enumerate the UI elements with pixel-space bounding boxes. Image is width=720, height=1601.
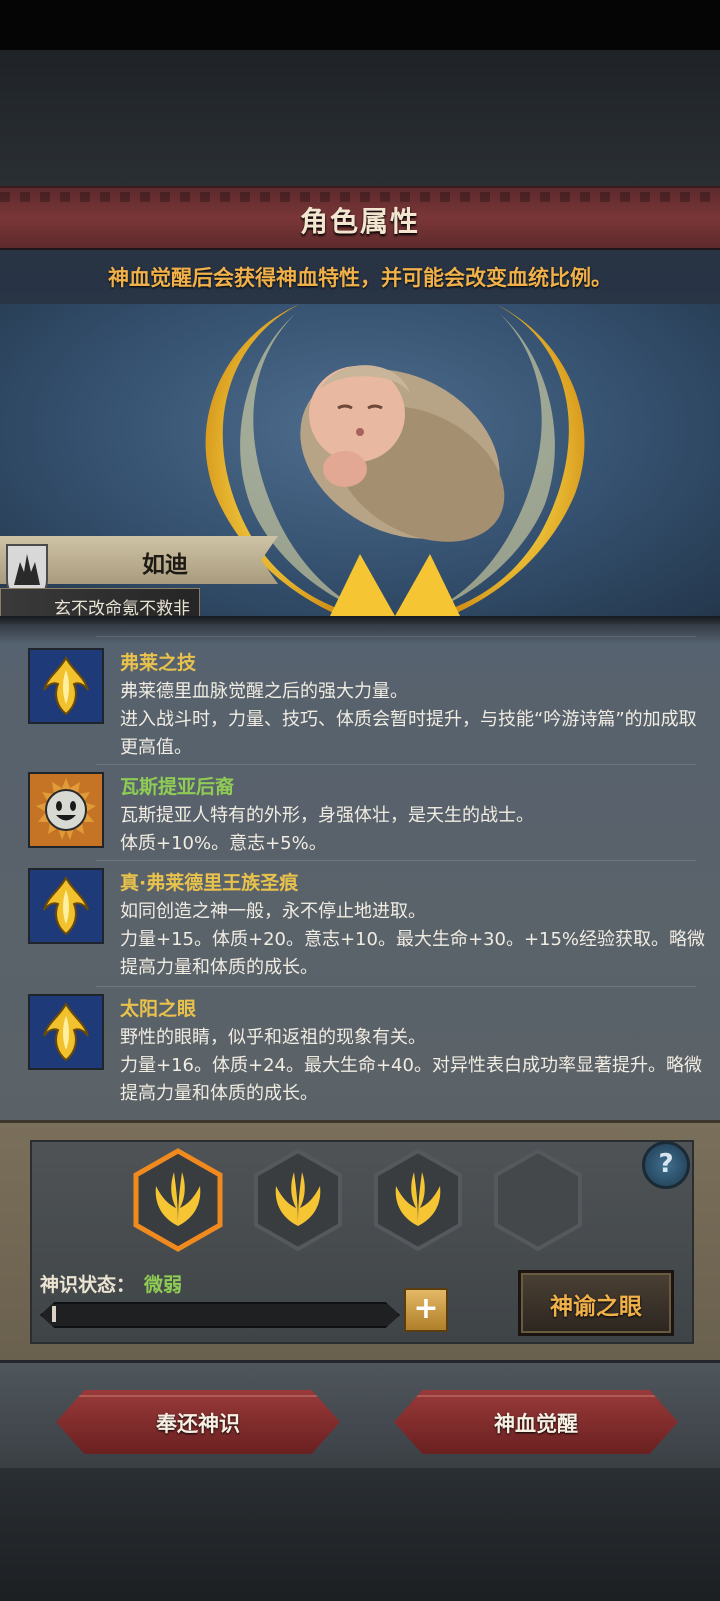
help-button[interactable]: ? [642, 1141, 690, 1189]
character-name: 如迪 [142, 552, 188, 578]
blood-awaken-label: 神血觉醒 [494, 1412, 578, 1436]
divider [0, 616, 720, 624]
divine-sense-progress-track [40, 1302, 400, 1328]
return-divine-sense-button[interactable]: 奉还神识 [56, 1390, 340, 1454]
trait-name: 太阳之眼 [120, 998, 197, 1020]
trait-name: 真·弗莱德里王族圣痕 [120, 872, 299, 894]
slot-2[interactable] [252, 1148, 344, 1252]
divine-sense-label: 神识状态： [40, 1274, 136, 1296]
row-separator [96, 764, 696, 765]
trait-list[interactable]: 弗莱之技 弗莱德里血脉觉醒之后的强大力量。 进入战斗时，力量、技巧、体质会暂时提… [0, 624, 720, 1120]
trait-description: 瓦斯提亚人特有的外形，身强体壮，是天生的战士。 体质+10%。意志+5%。 [120, 805, 534, 854]
page-title: 角色属性 [299, 205, 420, 238]
divine-sense-value: 微弱 [144, 1274, 183, 1296]
return-divine-sense-label: 奉还神识 [156, 1412, 240, 1436]
notice-bar: 神血觉醒后会获得神血特性，并可能会改变血统比例。 [0, 248, 720, 304]
add-divine-sense-button[interactable]: + [404, 1288, 448, 1332]
trait-name: 瓦斯提亚后裔 [120, 776, 235, 798]
golden-crest-icon [28, 868, 104, 944]
smiling-face-icon [28, 772, 104, 848]
dimmed-backdrop-bottom [0, 1468, 720, 1601]
divine-sense-progress-fill [52, 1306, 56, 1322]
status-bar [0, 0, 720, 50]
golden-crest-icon [28, 994, 104, 1070]
slot-3[interactable] [372, 1148, 464, 1252]
trait-name: 弗莱之技 [120, 652, 197, 674]
trait-description: 弗莱德里血脉觉醒之后的强大力量。 进入战斗时，力量、技巧、体质会暂时提升，与技能… [120, 681, 697, 758]
trait-description: 野性的眼睛，似乎和返祖的现象有关。 力量+16。体质+24。最大生命+40。对异… [120, 1027, 702, 1104]
row-separator [96, 986, 696, 987]
row-separator [96, 636, 696, 637]
title-bar: 角色属性 [0, 186, 720, 250]
golden-crest-icon [28, 648, 104, 724]
trait-description: 如同创造之神一般，永不停止地进取。 力量+15。体质+20。意志+10。最大生命… [120, 901, 706, 978]
notice-text: 神血觉醒后会获得神血特性，并可能会改变血统比例。 [108, 266, 612, 290]
slot-4-empty[interactable] [492, 1148, 584, 1252]
row-separator [96, 860, 696, 861]
dimmed-backdrop-top [0, 50, 720, 186]
slot-1-selected[interactable] [132, 1148, 224, 1252]
blood-awaken-button[interactable]: 神血觉醒 [394, 1390, 678, 1454]
oracle-eye-button[interactable]: 神谕之眼 [518, 1270, 674, 1336]
oracle-eye-label: 神谕之眼 [550, 1294, 642, 1320]
